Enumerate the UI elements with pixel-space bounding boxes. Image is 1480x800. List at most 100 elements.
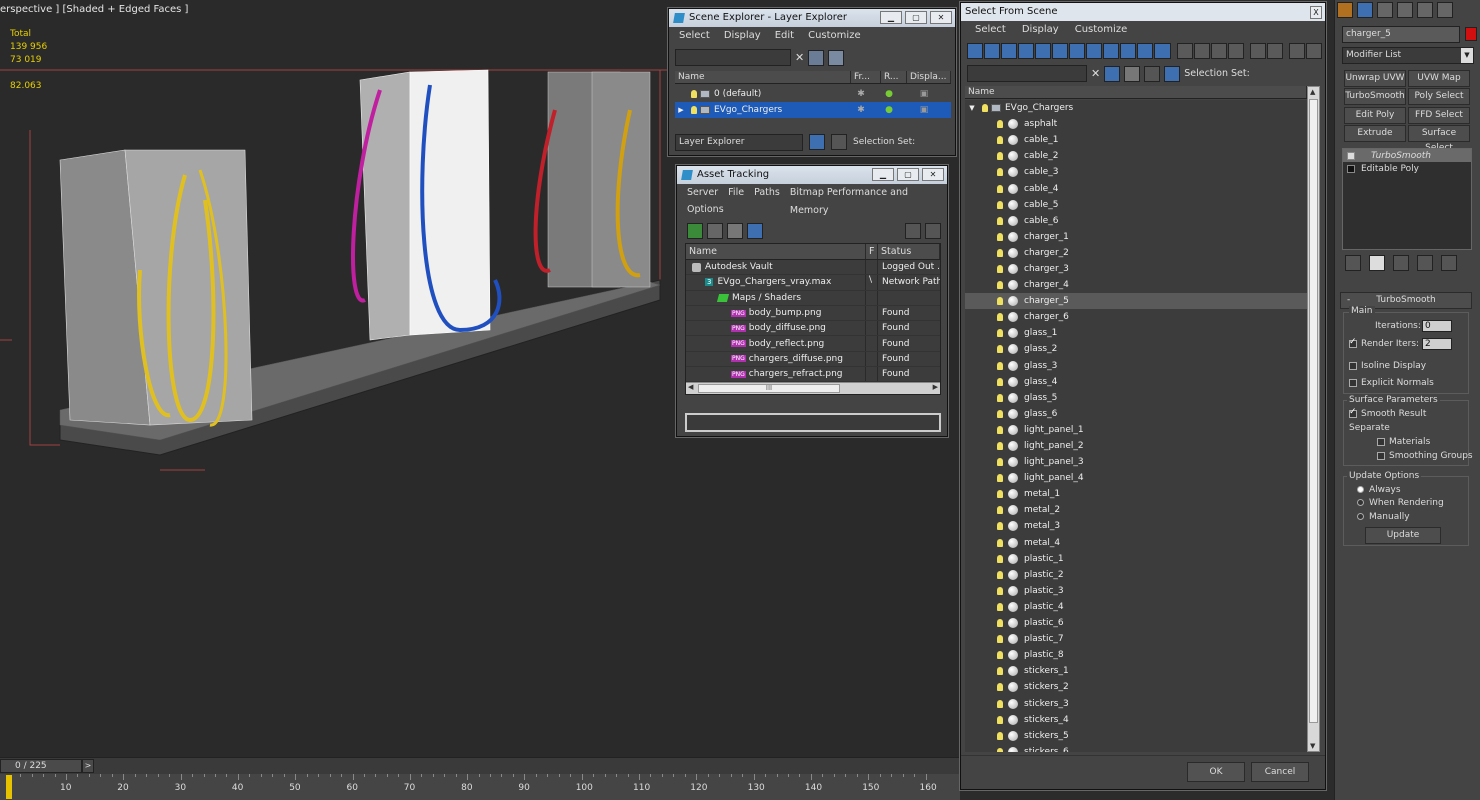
light-bulb-icon[interactable] (997, 313, 1003, 322)
light-bulb-icon[interactable] (997, 602, 1003, 611)
object-row[interactable]: stickers_4 (965, 712, 1307, 728)
object-row[interactable]: plastic_1 (965, 551, 1307, 567)
hierarchy-icon[interactable] (1164, 65, 1181, 82)
menu-item[interactable]: Customize (1075, 21, 1128, 39)
asset-row[interactable]: 3 EVgo_Chargers_vray.max \ Network Path (686, 275, 940, 291)
display-xrefs-icon[interactable] (1103, 43, 1119, 59)
light-bulb-icon[interactable] (691, 90, 697, 98)
light-bulb-icon[interactable] (997, 425, 1003, 434)
light-bulb-icon[interactable] (997, 345, 1003, 354)
display-box-icon[interactable]: ▣ (902, 105, 946, 115)
viewport-label[interactable]: erspective ] [Shaded + Edged Faces ] (0, 4, 188, 15)
display-spacewarps-icon[interactable] (1069, 43, 1085, 59)
menu-item[interactable]: Select (679, 27, 710, 45)
display-frozen-icon[interactable] (1154, 43, 1171, 59)
light-bulb-icon[interactable] (997, 570, 1003, 579)
hierarchy-tab-icon[interactable] (1377, 2, 1393, 18)
menu-item[interactable]: Select (975, 21, 1006, 39)
cancel-button[interactable]: Cancel (1251, 762, 1309, 782)
select-invert-icon[interactable] (1267, 43, 1283, 59)
display-helpers-icon[interactable] (1052, 43, 1068, 59)
expand-box-icon[interactable] (1347, 164, 1355, 173)
manually-radio[interactable] (1357, 513, 1364, 520)
light-bulb-icon[interactable] (997, 377, 1003, 386)
object-row[interactable]: cable_4 (965, 180, 1307, 196)
object-row[interactable]: cable_5 (965, 197, 1307, 213)
modifier-button[interactable]: Extrude (1344, 124, 1406, 142)
light-bulb-icon[interactable] (997, 683, 1003, 692)
tree-root-row[interactable]: ▼ EVgo_Chargers (965, 100, 1307, 116)
motion-tab-icon[interactable] (1397, 2, 1413, 18)
object-row[interactable]: charger_6 (965, 309, 1307, 325)
modifier-button[interactable]: FFD Select (1408, 106, 1470, 124)
expand-icon[interactable]: ▶ (675, 106, 687, 114)
always-radio[interactable] (1357, 486, 1364, 493)
clear-search-icon[interactable]: ✕ (1091, 67, 1100, 80)
collapse-icon[interactable]: ▼ (965, 104, 979, 112)
object-row[interactable]: stickers_6 (965, 744, 1307, 752)
light-bulb-icon[interactable] (997, 554, 1003, 563)
light-bulb-icon[interactable] (997, 490, 1003, 499)
object-row[interactable]: plastic_6 (965, 615, 1307, 631)
object-row[interactable]: plastic_8 (965, 647, 1307, 663)
col-render[interactable]: R... (881, 71, 907, 83)
light-bulb-icon[interactable] (997, 120, 1003, 129)
menu-item[interactable]: File (728, 184, 744, 202)
asset-hscrollbar[interactable]: ◀ III ▶ (686, 382, 940, 394)
display-all-icon[interactable] (1194, 43, 1210, 59)
object-row[interactable]: cable_2 (965, 148, 1307, 164)
object-row[interactable]: stickers_1 (965, 663, 1307, 679)
smooth-result-checkbox[interactable] (1349, 407, 1357, 418)
list-view-icon[interactable] (707, 223, 723, 239)
object-row[interactable]: charger_4 (965, 277, 1307, 293)
menu-item[interactable]: Display (1022, 21, 1059, 39)
table-view-icon[interactable] (747, 223, 763, 239)
smoothing-groups-checkbox[interactable] (1377, 451, 1385, 460)
modifier-button[interactable]: Surface Select (1408, 124, 1470, 153)
light-bulb-icon[interactable] (997, 651, 1003, 660)
clear-search-icon[interactable]: ✕ (795, 51, 804, 64)
light-bulb-icon[interactable] (997, 667, 1003, 676)
ok-button[interactable]: OK (1187, 762, 1245, 782)
freeze-icon[interactable]: ✱ (846, 105, 876, 115)
select-search-input[interactable] (967, 65, 1087, 82)
object-row[interactable]: metal_1 (965, 486, 1307, 502)
light-bulb-icon[interactable] (997, 409, 1003, 418)
menu-item[interactable]: Edit (775, 27, 794, 45)
select-none-icon[interactable] (1250, 43, 1266, 59)
explorer-type-dropdown[interactable]: Layer Explorer (675, 133, 803, 151)
minimize-button[interactable]: ▁ (872, 168, 894, 181)
asset-row[interactable]: PNG chargers_refract.png Found (686, 367, 940, 383)
update-button[interactable]: Update (1365, 527, 1441, 544)
close-button[interactable]: ✕ (930, 11, 952, 24)
object-row[interactable]: glass_6 (965, 406, 1307, 422)
light-bulb-icon[interactable] (997, 522, 1003, 531)
asset-row[interactable]: PNG chargers_diffuse.png Found (686, 351, 940, 368)
light-bulb-icon[interactable] (997, 538, 1003, 547)
display-shapes-icon[interactable] (1001, 43, 1017, 59)
col-name[interactable]: Name (965, 86, 1307, 98)
col-freeze[interactable]: Fr... (851, 71, 881, 83)
light-bulb-icon[interactable] (997, 200, 1003, 209)
light-bulb-icon[interactable] (982, 104, 988, 113)
sort-icon[interactable] (1306, 43, 1322, 59)
display-tab-icon[interactable] (1417, 2, 1433, 18)
light-bulb-icon[interactable] (997, 232, 1003, 241)
object-list-scrollbar[interactable]: ▲ ▼ (1307, 86, 1320, 752)
object-row[interactable]: light_panel_4 (965, 470, 1307, 486)
modifier-bulb-icon[interactable] (1347, 151, 1355, 160)
col-display[interactable]: Displa... (907, 71, 951, 83)
materials-checkbox[interactable] (1377, 437, 1385, 446)
object-row[interactable]: plastic_3 (965, 583, 1307, 599)
maximize-button[interactable]: ▢ (897, 168, 919, 181)
light-bulb-icon[interactable] (997, 329, 1003, 338)
menu-options[interactable]: Options (687, 202, 724, 217)
light-bulb-icon[interactable] (997, 586, 1003, 595)
scene-explorer-search-input[interactable] (675, 49, 791, 66)
modify-tab-icon[interactable] (1357, 2, 1373, 18)
find-icon[interactable] (1289, 43, 1305, 59)
help-icon[interactable] (905, 223, 921, 239)
show-end-result-icon[interactable] (1369, 255, 1385, 271)
object-row[interactable]: plastic_4 (965, 599, 1307, 615)
display-groups-icon[interactable] (1086, 43, 1102, 59)
